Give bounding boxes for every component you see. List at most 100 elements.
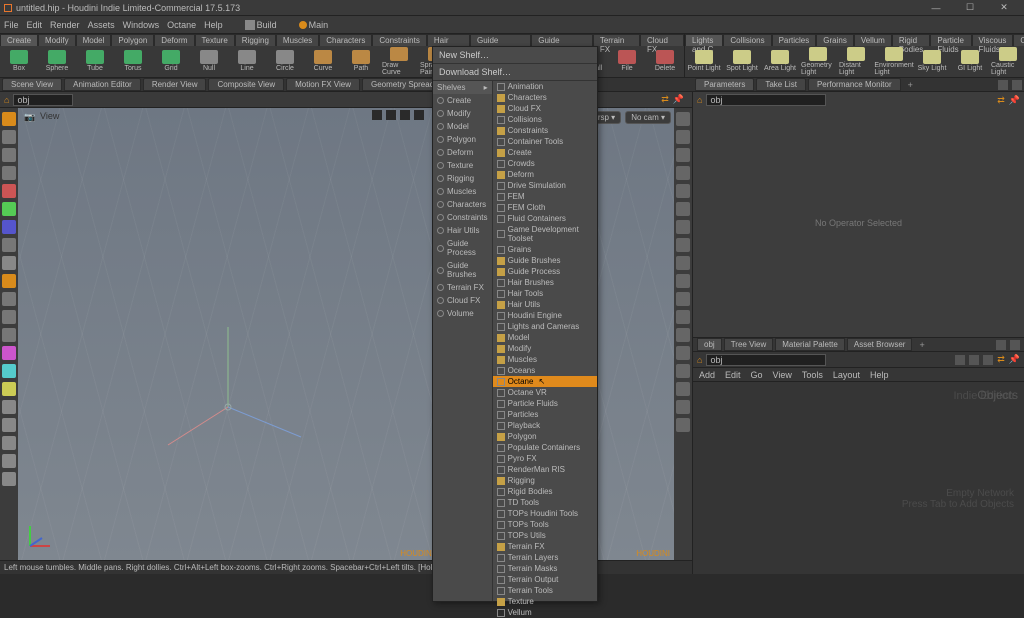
net-menu-tools[interactable]: Tools [802,370,823,380]
shelf-set-item[interactable]: Muscles [433,185,492,198]
menu-windows[interactable]: Windows [123,20,160,30]
shelf-set-item[interactable]: Guide Process [433,237,492,259]
shelf-list-item[interactable]: Fluid Containers [493,213,597,224]
shelf-tool[interactable]: Caustic Light [991,47,1024,76]
shelf-set-item[interactable]: Hair Utils [433,224,492,237]
shelf-list-item[interactable]: Particles [493,409,597,420]
network-tab-matpalette[interactable]: Material Palette [775,338,845,351]
viewport-tool-icon[interactable] [2,238,16,252]
shelf-list-item[interactable]: Characters [493,92,597,103]
menu-edit[interactable]: Edit [27,20,43,30]
main-radio[interactable]: Main [299,20,329,30]
viewport-tool-icon[interactable] [2,130,16,144]
shelf-tool[interactable]: File [610,50,644,72]
shelf2-tab[interactable]: Lights and C [685,34,723,46]
pane-max-icon[interactable] [1010,340,1020,350]
viewport-tool-icon[interactable] [2,364,16,378]
shelf2-tab[interactable]: Particle Fluids [930,34,971,46]
net-menu-go[interactable]: Go [751,370,763,380]
network-tab-assetbrowser[interactable]: Asset Browser [847,338,913,351]
pin-icon[interactable]: 📌 [1009,354,1020,365]
home-icon[interactable]: ⌂ [4,95,9,105]
shelf-list-item[interactable]: Guide Process [493,266,597,277]
shelf2-tab[interactable]: Particles [772,34,817,46]
shelf-list-item[interactable]: Game Development Toolset [493,224,597,244]
pin-icon[interactable]: 📌 [1009,95,1020,106]
shelf-set-item[interactable]: Terrain FX [433,281,492,294]
net-tool-icon[interactable] [983,355,993,365]
shelf-tool[interactable]: Sphere [40,50,74,72]
viewport-tool-icon[interactable] [2,472,16,486]
shelf-list-item[interactable]: TD Tools [493,497,597,508]
params-tab-parameters[interactable]: Parameters [695,78,754,91]
shelf-list-item[interactable]: RenderMan RIS [493,464,597,475]
shelf1-tab[interactable]: Cloud FX [640,34,684,46]
maximize-button[interactable]: ☐ [954,1,986,15]
shelf-tool[interactable]: Distant Light [839,47,873,76]
display-option-icon[interactable] [676,400,690,414]
shelf-set-item[interactable]: Texture [433,159,492,172]
home-icon[interactable]: ⌂ [697,355,702,365]
link-icon[interactable]: ⇄ [997,95,1005,106]
shelf-list-item[interactable]: TOPs Utils [493,530,597,541]
display-option-icon[interactable] [676,130,690,144]
display-option-icon[interactable] [676,418,690,432]
params-tab-perfmon[interactable]: Performance Monitor [808,78,901,91]
shelf1-tab[interactable]: Guide Brushes [531,34,593,46]
shelf-list-item[interactable]: Muscles [493,354,597,365]
shelf-list-item[interactable]: Playback [493,420,597,431]
shelf-set-item[interactable]: Cloud FX [433,294,492,307]
shelf-set-item[interactable]: Polygon [433,133,492,146]
link-icon[interactable]: ⇄ [997,354,1005,365]
shelf1-tab[interactable]: Muscles [276,34,319,46]
shelf-tool[interactable]: Geometry Light [801,47,835,76]
shelf1-tab[interactable]: Polygon [111,34,154,46]
shelf-list-item[interactable]: Rigging [493,475,597,486]
display-option-icon[interactable] [676,184,690,198]
display-option-icon[interactable] [676,346,690,360]
net-menu-view[interactable]: View [773,370,792,380]
shelf1-tab[interactable]: Constraints [372,34,426,46]
shelf-list-item[interactable]: Cloud FX [493,103,597,114]
shelf-list-item[interactable]: Octane↖ [493,376,597,387]
viewport-left[interactable]: 📷 View [18,108,438,560]
viewport-tool-icon[interactable] [2,274,16,288]
view-cam-icon[interactable]: 📷 [24,112,35,123]
shelf2-tab[interactable]: Vellum [854,34,892,46]
display-option-icon[interactable] [676,274,690,288]
viewport-tool-icon[interactable] [2,382,16,396]
viewport-tool-icon[interactable] [2,346,16,360]
shelf-list-item[interactable]: Modify [493,343,597,354]
display-option-icon[interactable] [676,382,690,396]
shelf-list-item[interactable]: Constraints [493,125,597,136]
left-pane-tab[interactable]: Scene View [2,78,62,91]
shelf2-tab[interactable]: Collisions [723,34,771,46]
viewport-tool-icon[interactable] [2,184,16,198]
menu-octane[interactable]: Octane [167,20,196,30]
shelf-list-item[interactable]: Drive Simulation [493,180,597,191]
viewport-tool-icon[interactable] [2,256,16,270]
shelf-list-item[interactable]: Guide Brushes [493,255,597,266]
home-icon[interactable]: ⌂ [697,95,702,105]
shelf-list-item[interactable]: Terrain FX [493,541,597,552]
shelf-list-item[interactable]: FEM [493,191,597,202]
left-pane-tab[interactable]: Render View [143,78,207,91]
shelf-list-item[interactable]: Populate Containers [493,442,597,453]
net-menu-help[interactable]: Help [870,370,889,380]
shelf-list-item[interactable]: FEM Cloth [493,202,597,213]
display-option-icon[interactable] [676,166,690,180]
shelf-tool[interactable]: Grid [154,50,188,72]
shelf-list-item[interactable]: Texture [493,596,597,607]
shelf-list-item[interactable]: Hair Utils [493,299,597,310]
shelf-list-item[interactable]: Terrain Masks [493,563,597,574]
viewport-tool-icon[interactable] [2,292,16,306]
close-button[interactable]: ✕ [988,1,1020,15]
display-option-icon[interactable] [676,310,690,324]
viewport-tool-icon[interactable] [2,400,16,414]
network-path-input[interactable] [706,354,826,366]
viewport-path-input[interactable] [13,94,73,106]
shelf-tool[interactable]: Point Light [687,50,721,72]
shelf-list-item[interactable]: Grains [493,244,597,255]
shelf-list-item[interactable]: Crowds [493,158,597,169]
shelf-context-menu[interactable]: New Shelf… Download Shelf… Shelves▸ Crea… [432,46,598,602]
